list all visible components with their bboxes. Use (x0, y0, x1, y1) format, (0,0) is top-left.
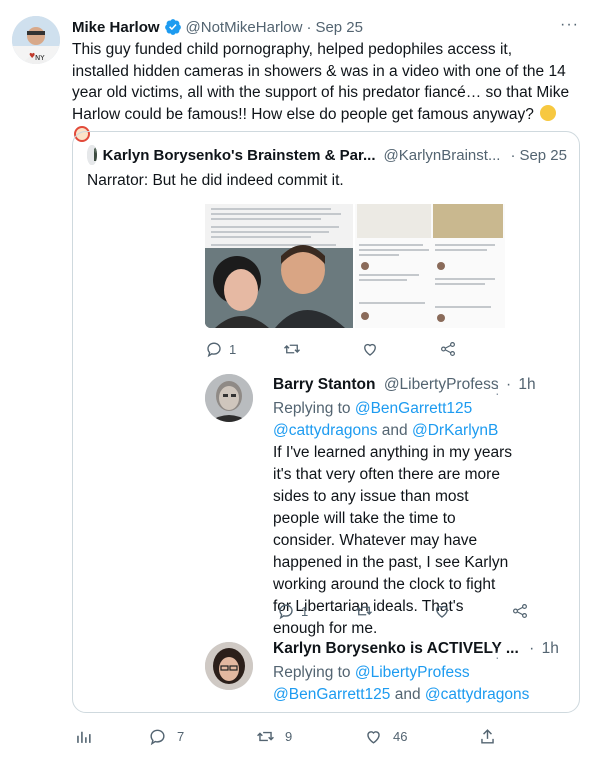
reply1-retweet-action[interactable] (355, 602, 373, 620)
retweet-icon (356, 606, 372, 616)
embedded-image-row (205, 204, 505, 328)
quote-author-handle: @KarlynBrainst... (383, 146, 501, 164)
like-count: 46 (393, 729, 408, 744)
reply-time: 1h (541, 640, 559, 657)
reply-avatar[interactable] (205, 374, 253, 422)
reply-more-icon[interactable]: · · · (495, 638, 500, 664)
quote-author-avatar (87, 145, 97, 165)
mention-link[interactable]: @LibertyProfess (355, 664, 470, 681)
reply-avatar[interactable] (205, 642, 253, 690)
tweet-actions: 7 9 46 (72, 727, 502, 749)
retweet-icon (257, 731, 274, 742)
quote-date: Sep 25 (519, 146, 567, 164)
retweet-button[interactable]: 9 (256, 727, 292, 746)
embedded-like-action[interactable] (361, 340, 379, 358)
reply1-share-action[interactable] (511, 602, 529, 620)
embedded-reply-action[interactable]: 1 (205, 340, 236, 358)
laughing-emoji-icon (540, 104, 557, 121)
mention-link[interactable]: @cattydragons (425, 686, 529, 703)
analytics-icon (77, 731, 91, 743)
reply-context: Replying to @BenGarrett125 @cattydragons… (273, 398, 513, 442)
tweet-thread-screenshot (355, 204, 505, 328)
reply-karlyn: Karlyn Borysenko is ACTIVELY ... · 1h · ·… (203, 638, 559, 712)
replying-to-label: Replying to (273, 664, 351, 681)
quoted-tweet[interactable]: Karlyn Borysenko's Brainstem & Par... @K… (72, 131, 580, 713)
analytics-button[interactable] (74, 727, 93, 746)
reply-more-icon[interactable]: · · · (495, 374, 500, 400)
author-name[interactable]: Mike Harlow (72, 19, 160, 36)
reply1-reply-action[interactable]: 1 (277, 602, 308, 620)
share-button[interactable] (478, 727, 497, 746)
reply-author-handle[interactable]: @LibertyProfess (384, 376, 499, 393)
like-button[interactable]: 46 (364, 727, 407, 746)
and-label: and (381, 422, 408, 439)
and-label: and (394, 686, 421, 703)
replying-to-label: Replying to (273, 400, 351, 417)
reply-separator: · (529, 640, 535, 657)
tweet-date[interactable]: Sep 25 (315, 19, 363, 36)
embedded-reply-count: 1 (229, 341, 237, 357)
couple-photo (205, 204, 353, 328)
tweet-header: Mike Harlow @NotMikeHarlow · Sep 25 (72, 16, 581, 38)
quote-text: Narrator: But he did indeed commit it. (87, 172, 344, 189)
quote-author-name: Karlyn Borysenko's Brainstem & Par... (102, 146, 376, 164)
mention-link[interactable]: @cattydragons (273, 422, 377, 439)
author-avatar[interactable]: ♥ NY (12, 16, 60, 64)
verified-badge-icon (164, 18, 182, 36)
reply-time: 1h (518, 376, 536, 393)
reply-author-name[interactable]: Karlyn Borysenko is ACTIVELY ... (273, 640, 519, 657)
share-icon (513, 604, 527, 618)
reply-barry: Barry Stanton @LibertyProfess · 1h · · · R… (203, 374, 536, 637)
more-options-icon[interactable]: ··· (560, 16, 579, 34)
reply-icon (279, 604, 293, 620)
header-separator: · (306, 18, 312, 36)
reply-separator: · (505, 376, 512, 393)
reply-count: 7 (177, 729, 185, 744)
quote-header: Karlyn Borysenko's Brainstem & Par... @K… (87, 144, 567, 166)
reply1-like-action[interactable] (433, 602, 451, 620)
heart-icon (364, 343, 376, 356)
mention-link[interactable]: @DrKarlynB (412, 422, 498, 439)
heart-icon (367, 731, 380, 744)
tweet: ♥ NY Mike Harlow @NotMikeHarlow · Sep 25… (0, 0, 597, 760)
reply-context: Replying to @LibertyProfess @BenGarrett1… (273, 662, 573, 706)
retweet-icon (284, 344, 300, 354)
reply-icon (207, 342, 221, 358)
reply-icon (150, 729, 165, 746)
reply-header: Karlyn Borysenko is ACTIVELY ... · 1h (273, 640, 559, 658)
upload-share-icon (481, 729, 494, 744)
reply1-reply-count: 1 (301, 603, 309, 619)
share-icon (441, 342, 455, 356)
mention-link[interactable]: @BenGarrett125 (355, 400, 472, 417)
svg-text:NY: NY (35, 54, 45, 62)
reply-author-name[interactable]: Barry Stanton (273, 376, 376, 393)
embedded-share-action[interactable] (439, 340, 457, 358)
retweet-count: 9 (285, 729, 293, 744)
embedded-retweet-action[interactable] (283, 340, 301, 358)
mention-link[interactable]: @BenGarrett125 (273, 686, 390, 703)
reply-button[interactable]: 7 (148, 727, 184, 746)
tweet-body: This guy funded child pornography, helpe… (72, 41, 570, 123)
heart-icon (436, 605, 448, 618)
author-handle[interactable]: @NotMikeHarlow (186, 19, 303, 36)
quote-separator: · (510, 146, 516, 164)
reply-body: If I've learned anything in my years it'… (273, 444, 513, 637)
